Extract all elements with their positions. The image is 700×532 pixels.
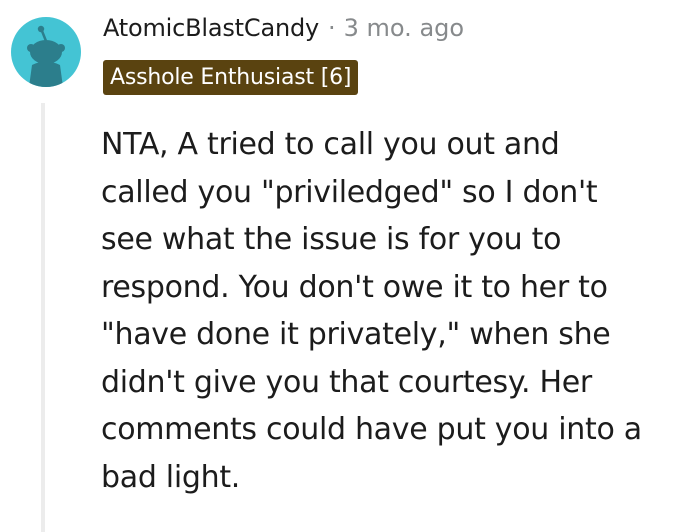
comment-body-line: "have done it privately," when she xyxy=(101,317,611,352)
comment-meta: AtomicBlastCandy · 3 mo. ago xyxy=(103,10,464,46)
comment-body-line: called you "priviledged" so I don't xyxy=(101,174,598,210)
comment-body: NTA, A tried to call you out and called … xyxy=(101,121,697,501)
user-flair-badge: Asshole Enthusiast [6] xyxy=(103,60,359,95)
meta-separator: · xyxy=(328,14,336,42)
comment-body-line: didn't give you that courtesy. Her xyxy=(101,364,592,400)
timestamp[interactable]: 3 mo. ago xyxy=(344,14,464,42)
comment-body-line: bad light. xyxy=(101,459,241,495)
username-link[interactable]: AtomicBlastCandy xyxy=(103,14,319,42)
reddit-snoo-avatar-icon xyxy=(27,25,65,87)
comment-body-line: respond. You don't owe it to her to xyxy=(101,269,608,305)
comment-body-line: comments could have put you into a xyxy=(101,412,642,447)
user-avatar[interactable] xyxy=(11,17,81,87)
comment-body-line: see what the issue is for you to xyxy=(101,222,562,257)
comment: AtomicBlastCandy · 3 mo. ago Asshole Ent… xyxy=(0,0,700,532)
comment-body-line: NTA, A tried to call you out and xyxy=(101,127,560,162)
thread-line[interactable] xyxy=(41,103,45,532)
